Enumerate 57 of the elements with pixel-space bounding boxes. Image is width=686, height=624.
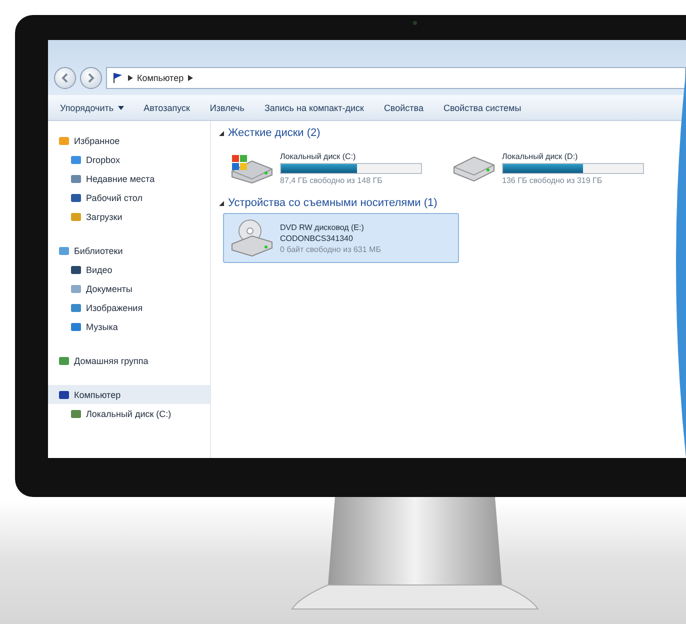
nav-item[interactable]: Недавние места [48, 169, 210, 188]
folder-icon [58, 244, 70, 256]
drive-name: Локальный диск (D:) [502, 152, 579, 160]
drive-name: Локальный диск (C:) [280, 152, 357, 160]
folder-icon [70, 282, 82, 294]
free-space-text: 136 ГБ свободно из 319 ГБ [502, 176, 604, 184]
chevron-icon [188, 75, 193, 81]
toolbar-button[interactable]: Запись на компакт-диск [256, 100, 372, 114]
nav-group[interactable]: Избранное [48, 131, 210, 150]
drive-name: DVD RW дисковод (E:) [280, 222, 365, 232]
folder-icon [58, 388, 70, 400]
section-header[interactable]: Устройства со съемными носителями (1) [228, 197, 438, 209]
collapse-icon [219, 200, 224, 206]
toolbar-button[interactable]: Свойства системы [435, 100, 530, 114]
section-header[interactable]: Жесткие диски (2) [228, 127, 320, 139]
folder-icon [70, 210, 82, 222]
collapse-icon [219, 130, 224, 136]
chevron-icon [60, 73, 70, 83]
folder-icon [58, 354, 70, 366]
nav-item[interactable]: Dropbox [48, 150, 210, 169]
toolbar-button[interactable]: Автозапуск [136, 100, 198, 114]
back-button[interactable] [54, 67, 76, 89]
nav-item[interactable]: Документы [48, 279, 210, 298]
folder-icon [70, 302, 82, 314]
folder-icon [70, 264, 82, 276]
address-bar[interactable]: Компьютер [106, 67, 686, 89]
drive-tile[interactable]: Локальный диск (C:) 87,4 ГБ свободно из 148 ГБ [223, 143, 427, 193]
forward-button[interactable] [80, 67, 102, 89]
nav-item[interactable]: Локальный диск (C:) [48, 404, 210, 423]
toolbar-button[interactable]: Упорядочить [52, 100, 132, 114]
nav-group[interactable]: Домашняя группа [48, 351, 210, 370]
nav-item[interactable]: Видео [48, 260, 210, 279]
chevron-icon [86, 73, 96, 83]
drive-tile[interactable]: Локальный диск (D:) 136 ГБ свободно из 319 ГБ [445, 143, 649, 193]
nav-item[interactable]: Загрузки [48, 207, 210, 226]
nav-item[interactable]: Изображения [48, 298, 210, 317]
folder-icon [70, 172, 82, 184]
chevron-icon [128, 75, 133, 81]
volume-label: CODONBCS341340 [280, 234, 354, 242]
nav-item[interactable]: Музыка [48, 317, 210, 336]
nav-group[interactable]: Компьютер [48, 385, 210, 404]
nav-item[interactable]: Рабочий стол [48, 188, 210, 207]
toolbar-button[interactable]: Извлечь [202, 100, 252, 114]
flag-icon [112, 72, 124, 84]
folder-icon [58, 134, 70, 146]
folder-icon [70, 408, 82, 420]
caret-icon [118, 106, 124, 110]
folder-icon [70, 320, 82, 332]
free-space-text: 0 байт свободно из 631 МБ [280, 244, 381, 254]
free-space-text: 87,4 ГБ свободно из 148 ГБ [280, 176, 384, 184]
folder-icon [70, 154, 82, 166]
folder-icon [70, 192, 82, 204]
drive-tile[interactable]: DVD RW дисковод (E:) CODONBCS341340 0 байт свободно из 631 МБ [223, 213, 459, 263]
camera-icon [413, 21, 417, 25]
toolbar-button[interactable]: Свойства [376, 100, 432, 114]
nav-group[interactable]: Библиотеки [48, 241, 210, 260]
breadcrumb[interactable]: Компьютер [137, 73, 184, 83]
